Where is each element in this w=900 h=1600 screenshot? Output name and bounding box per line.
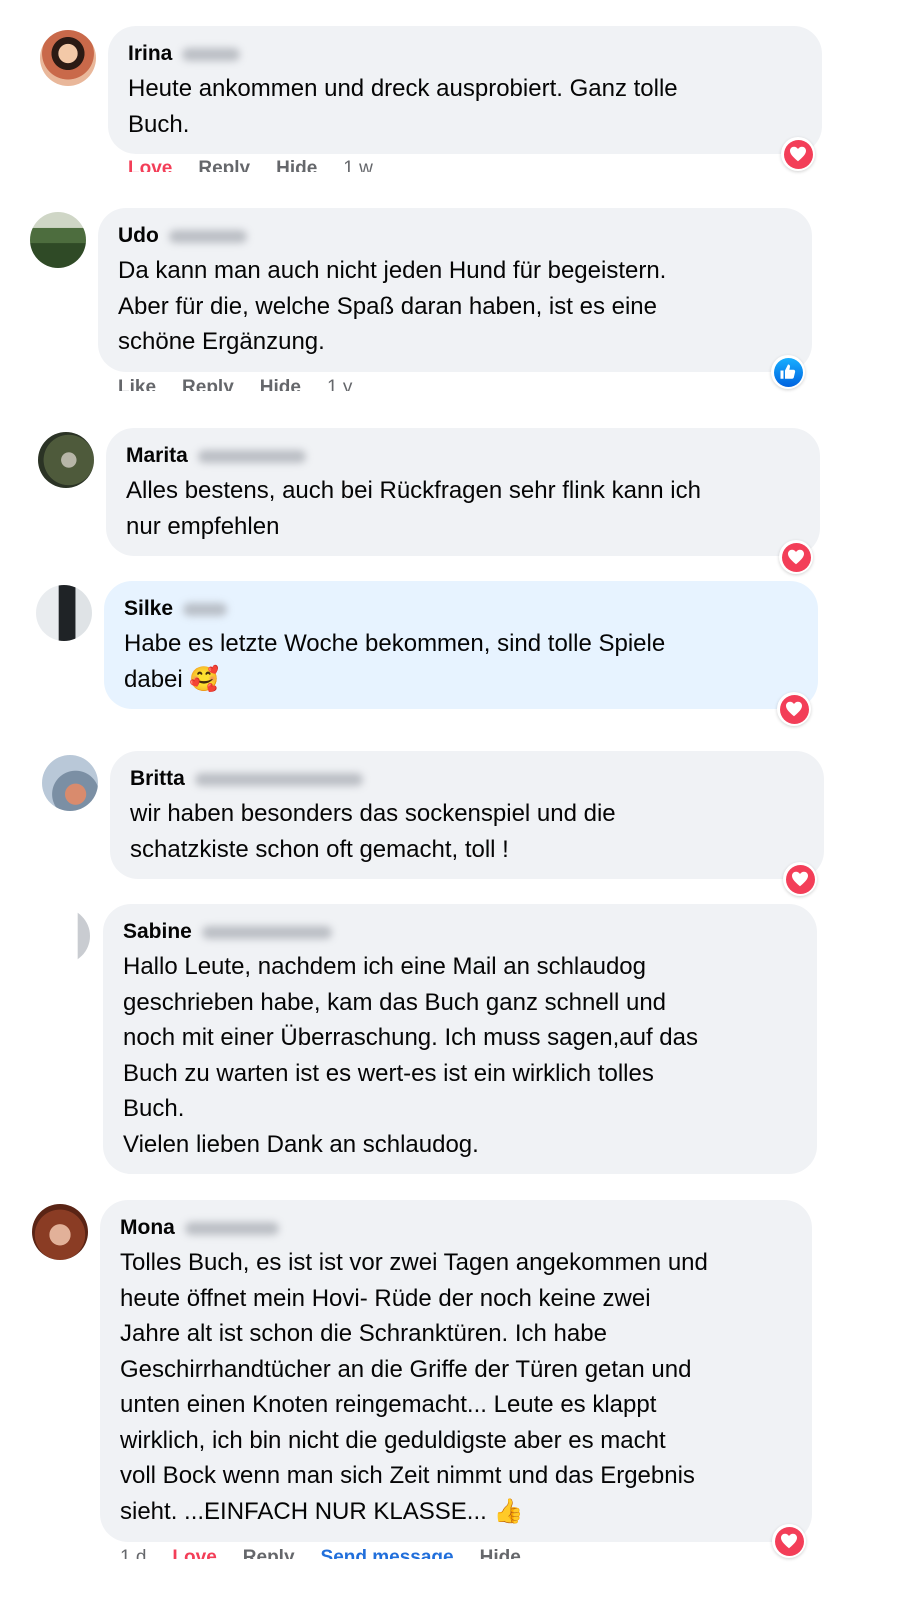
send-message-button[interactable]: Send message [321, 1547, 454, 1559]
author-name[interactable]: Sabine [123, 920, 192, 944]
heart-icon [783, 139, 813, 169]
love-button[interactable]: Love [128, 158, 172, 172]
timestamp[interactable]: 1 y [327, 377, 352, 391]
blurred-surname [184, 1221, 279, 1235]
comment-bubble-highlighted: Silke Habe es letzte Woche bekommen, sin… [104, 581, 818, 709]
blurred-surname [168, 229, 247, 243]
author-name[interactable]: Mona [120, 1216, 175, 1240]
reaction-badge[interactable] [772, 1524, 806, 1558]
like-icon [773, 357, 803, 387]
blurred-surname [197, 449, 306, 463]
avatar[interactable] [77, 908, 90, 964]
comment-bubble: Udo Da kann man auch nicht jeden Hund fü… [98, 208, 812, 372]
blurred-surname [194, 772, 363, 786]
hide-button[interactable]: Hide [260, 377, 301, 391]
heart-icon [785, 864, 815, 894]
reply-button[interactable]: Reply [243, 1547, 295, 1559]
comment-text: Da kann man auch nicht jeden Hund für be… [118, 257, 667, 355]
timestamp[interactable]: 1 w [343, 158, 373, 172]
reaction-badge[interactable] [779, 540, 813, 574]
comment-actions: Like Reply Hide 1 y [118, 377, 378, 391]
author-name[interactable]: Britta [130, 767, 185, 791]
reaction-badge[interactable] [771, 355, 805, 389]
blurred-surname [182, 47, 241, 61]
avatar[interactable] [32, 1204, 88, 1260]
comment-text: Habe es letzte Woche bekommen, sind toll… [124, 630, 666, 693]
avatar[interactable] [40, 30, 96, 86]
hide-button[interactable]: Hide [276, 158, 317, 172]
heart-icon [774, 1526, 804, 1556]
comment-actions: Love Reply Hide 1 w [128, 158, 399, 172]
blurred-surname [183, 602, 228, 616]
reply-button[interactable]: Reply [198, 158, 250, 172]
author-name[interactable]: Marita [126, 444, 188, 468]
comment-bubble: Mona Tolles Buch, es ist ist vor zwei Ta… [100, 1200, 812, 1542]
comment-text: wir haben besonders das sockenspiel und … [130, 800, 616, 863]
comment-actions: 1 d Love Reply Send message Hide [120, 1547, 547, 1559]
comment-bubble: Marita Alles bestens, auch bei Rückfrage… [106, 428, 820, 556]
avatar[interactable] [36, 585, 92, 641]
avatar[interactable] [38, 432, 94, 488]
heart-icon [779, 694, 809, 724]
comment-bubble: Irina Heute ankommen und dreck ausprobie… [108, 26, 822, 154]
avatar[interactable] [42, 755, 98, 811]
author-name[interactable]: Irina [128, 42, 172, 66]
like-button[interactable]: Like [118, 377, 156, 391]
comment-bubble: Sabine Hallo Leute, nachdem ich eine Mai… [103, 904, 817, 1174]
author-name[interactable]: Udo [118, 224, 159, 248]
comment-bubble: Britta wir haben besonders das sockenspi… [110, 751, 824, 879]
blurred-surname [201, 925, 332, 939]
comment-text: Heute ankommen und dreck ausprobiert. Ga… [128, 75, 678, 138]
comment-text: Tolles Buch, es ist ist vor zwei Tagen a… [120, 1249, 708, 1525]
hide-button[interactable]: Hide [480, 1547, 521, 1559]
timestamp[interactable]: 1 d [120, 1547, 146, 1559]
reaction-badge[interactable] [781, 137, 815, 171]
heart-icon [781, 542, 811, 572]
love-button[interactable]: Love [172, 1547, 216, 1559]
reaction-badge[interactable] [777, 692, 811, 726]
avatar[interactable] [30, 212, 86, 268]
reply-button[interactable]: Reply [182, 377, 234, 391]
author-name[interactable]: Silke [124, 597, 173, 621]
comment-text: Alles bestens, auch bei Rückfragen sehr … [126, 477, 701, 540]
reaction-badge[interactable] [783, 862, 817, 896]
comment-text: Hallo Leute, nachdem ich eine Mail an sc… [123, 953, 698, 1158]
